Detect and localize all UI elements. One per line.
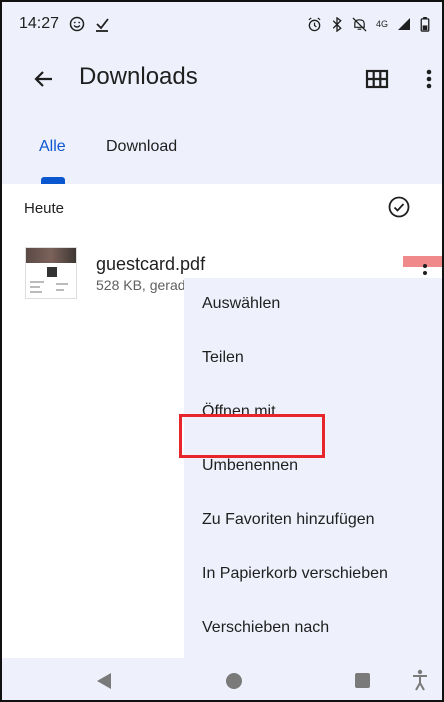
mute-icon [352, 16, 367, 32]
tab-bar: Alle Download [2, 128, 442, 184]
menu-item-label: Umbenennen [202, 457, 299, 474]
network-label: 4G [375, 18, 388, 29]
menu-item-oeffnen-mit[interactable]: Öffnen mit [184, 386, 442, 438]
menu-item-auswaehlen[interactable]: Auswählen [184, 278, 442, 330]
battery-icon [420, 16, 430, 32]
bluetooth-icon [331, 16, 343, 32]
status-bar: 14:27 4G [2, 2, 442, 46]
file-name: guestcard.pdf [96, 254, 206, 274]
menu-item-label: In Papierkorb verschieben [202, 565, 388, 582]
tab-download[interactable]: Download [106, 138, 177, 156]
menu-item-label: Zu Favoriten hinzufügen [202, 511, 375, 528]
signal-icon [397, 17, 411, 31]
status-right: 4G [307, 16, 430, 32]
page-title: Downloads [79, 63, 198, 90]
back-arrow-icon[interactable] [30, 65, 58, 93]
nav-back-icon[interactable] [96, 672, 112, 695]
menu-item-favoriten[interactable]: Zu Favoriten hinzufügen [184, 494, 442, 546]
menu-item-label: Verschieben nach [202, 619, 330, 636]
phone-screen: 14:27 4G Downloads Alle Download Heute g… [0, 0, 444, 702]
smiley-notification-icon [69, 16, 85, 32]
menu-item-label: Teilen [202, 349, 244, 366]
status-time: 14:27 [19, 15, 60, 32]
nav-recents-icon[interactable] [355, 673, 370, 688]
nav-home-icon[interactable] [226, 673, 242, 689]
grid-view-icon[interactable] [364, 66, 390, 92]
tab-alle[interactable]: Alle [39, 138, 66, 156]
section-header: Heute [2, 190, 442, 226]
menu-item-papierkorb[interactable]: In Papierkorb verschieben [184, 548, 442, 600]
app-header: 14:27 4G Downloads Alle Download [2, 2, 442, 184]
accessibility-icon[interactable] [412, 669, 428, 696]
menu-item-label: Auswählen [202, 295, 281, 312]
toolbar: Downloads [2, 52, 442, 106]
context-menu: Auswählen Teilen Öffnen mit Umbenennen Z… [184, 278, 442, 658]
network-4g-icon: 4G [375, 18, 388, 29]
more-vert-icon[interactable] [420, 65, 438, 93]
tab-indicator [41, 177, 65, 184]
pdf-thumbnail [25, 247, 77, 299]
menu-item-teilen[interactable]: Teilen [184, 332, 442, 384]
menu-item-verschieben[interactable]: Verschieben nach [184, 602, 442, 654]
download-done-icon [95, 16, 109, 32]
select-all-check-icon[interactable] [387, 195, 411, 219]
status-left: 14:27 [19, 15, 109, 33]
menu-item-label: Öffnen mit [202, 403, 276, 420]
menu-item-umbenennen[interactable]: Umbenennen [184, 440, 442, 492]
navigation-bar [2, 658, 442, 700]
alarm-icon [307, 16, 322, 32]
section-title: Heute [24, 200, 65, 217]
